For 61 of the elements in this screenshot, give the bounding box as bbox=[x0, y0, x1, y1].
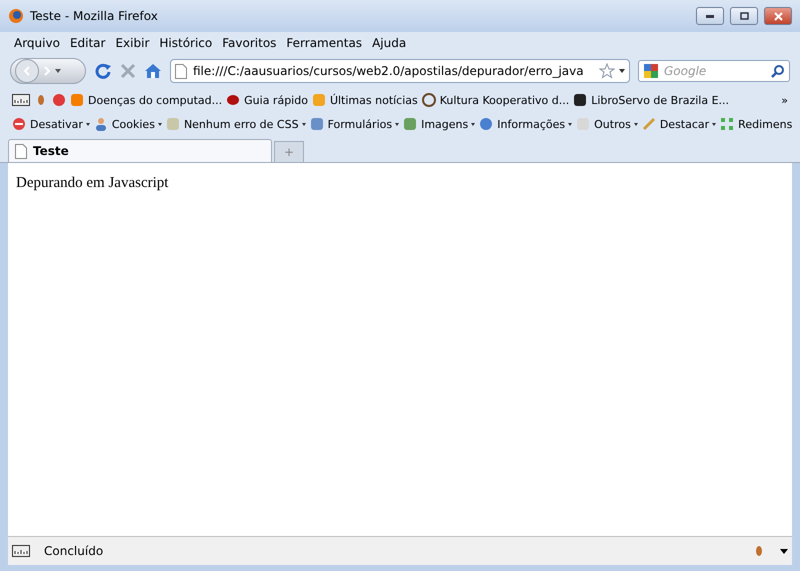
back-icon bbox=[23, 66, 31, 76]
bookmark-link[interactable]: Últimas notícias bbox=[330, 94, 418, 106]
menu-item[interactable]: Editar bbox=[70, 36, 106, 50]
page-text: Depurando em Javascript bbox=[16, 175, 170, 192]
toolbar-menu-button[interactable]: Imagens bbox=[421, 118, 476, 130]
search-icon[interactable] bbox=[771, 64, 785, 78]
bookmark-link[interactable]: LibroServo de Brazila E... bbox=[591, 94, 730, 106]
bookmark-link[interactable]: Guia rápido bbox=[244, 94, 308, 106]
resize-icon bbox=[720, 117, 734, 131]
menu-item[interactable]: Histórico bbox=[159, 36, 212, 50]
menu-item[interactable]: Arquivo bbox=[14, 36, 60, 50]
minimize-icon bbox=[706, 14, 714, 18]
toolbar-menu-button[interactable]: Cookies bbox=[112, 118, 162, 130]
home-icon[interactable] bbox=[144, 63, 162, 79]
dropdown-icon[interactable] bbox=[619, 69, 625, 73]
search-bar[interactable]: Google bbox=[638, 60, 790, 82]
caret-icon bbox=[568, 122, 572, 126]
stop-icon bbox=[12, 117, 26, 131]
dropdown-icon bbox=[55, 69, 61, 73]
toolbar-menu-button[interactable]: Informações bbox=[497, 118, 572, 130]
caret-icon bbox=[86, 122, 90, 126]
search-engine-icon bbox=[643, 63, 659, 79]
maximize-icon bbox=[740, 12, 748, 20]
toolbar-menu-button[interactable]: Outros bbox=[594, 118, 638, 130]
more-bookmarks-button[interactable]: » bbox=[781, 94, 788, 106]
toolbar-menu-button[interactable]: Redimens bbox=[738, 118, 792, 130]
reload-icon[interactable] bbox=[94, 62, 112, 80]
toolbar-menu-button[interactable]: Formulários bbox=[328, 118, 400, 130]
forward-icon bbox=[43, 66, 51, 76]
minimize-button[interactable] bbox=[696, 7, 724, 25]
close-button[interactable] bbox=[764, 7, 792, 25]
caret-icon bbox=[634, 122, 638, 126]
menu-item[interactable]: Ferramentas bbox=[286, 36, 362, 50]
menu-item[interactable]: Exibir bbox=[115, 36, 150, 50]
pen-icon bbox=[642, 117, 656, 131]
status-text: Concluído bbox=[44, 544, 104, 558]
person-icon bbox=[94, 117, 108, 131]
caret-icon bbox=[302, 122, 306, 126]
caret-icon bbox=[395, 122, 400, 126]
meter-icon[interactable] bbox=[12, 545, 30, 557]
caret-icon bbox=[712, 122, 716, 126]
page-icon bbox=[175, 64, 187, 78]
address-bar[interactable]: file:///C:/aausuarios/cursos/web2.0/apostilas/depurador/erro_java bbox=[170, 59, 630, 83]
bookmark-link[interactable]: Doenças do computad... bbox=[88, 94, 222, 106]
firefox-logo-icon bbox=[8, 8, 24, 24]
dropdown-icon[interactable] bbox=[780, 548, 788, 554]
tab[interactable]: Teste bbox=[8, 139, 272, 162]
star-icon[interactable] bbox=[599, 63, 615, 79]
menu-item[interactable]: Ajuda bbox=[372, 36, 406, 50]
window-title: Teste - Mozilla Firefox bbox=[30, 9, 159, 23]
close-icon bbox=[774, 12, 782, 20]
menu-item[interactable]: Favoritos bbox=[222, 36, 276, 50]
toolbar-menu-button[interactable]: Destacar bbox=[660, 118, 716, 130]
caret-icon bbox=[471, 122, 476, 126]
bookmark-link[interactable]: Kultura Kooperativo d... bbox=[440, 94, 570, 106]
page-icon bbox=[15, 144, 27, 158]
maximize-button[interactable] bbox=[730, 7, 758, 25]
caret-icon bbox=[158, 122, 162, 126]
toolbar-menu-button[interactable]: Desativar bbox=[30, 118, 90, 130]
toolbar-menu-button[interactable]: Nenhum erro de CSS bbox=[184, 118, 306, 130]
meter-icon[interactable] bbox=[12, 94, 30, 106]
